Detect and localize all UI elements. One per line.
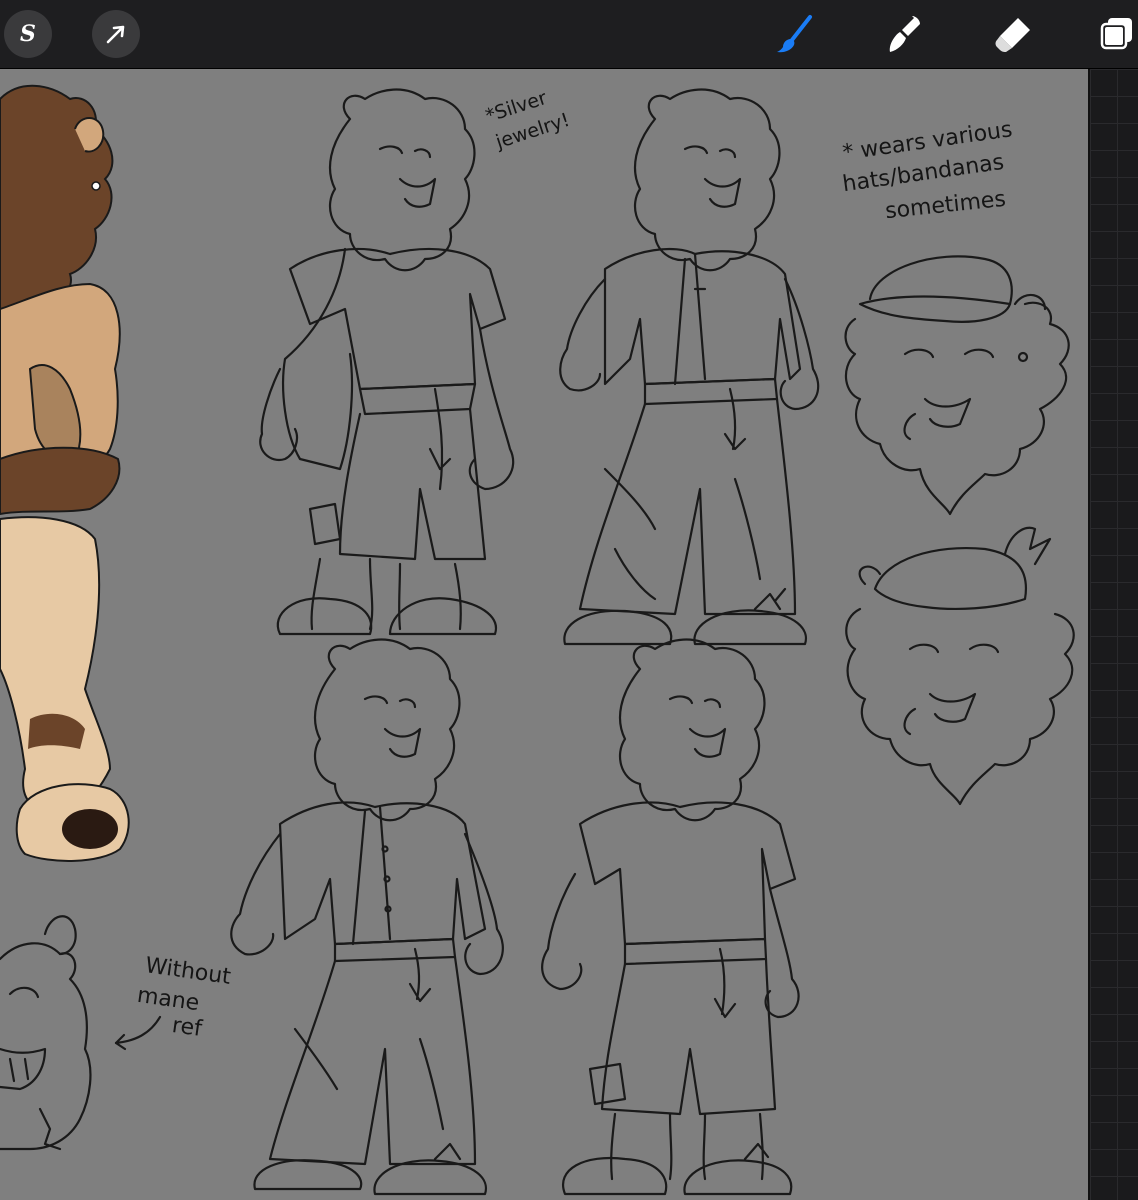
lion-sketch-jacket-jeans [559,88,820,646]
lion-head-bandana-sketch [845,526,1075,806]
top-toolbar: S [0,0,1138,69]
grid-side-rail [1088,69,1138,1200]
adjustments-s-icon: S [20,21,36,47]
selection-button[interactable] [92,10,140,58]
drawing-canvas[interactable]: Without mane ref *Silver jewelry! * wear… [0,69,1088,1200]
lion-sketch-open-shirt-jeans [230,638,504,1196]
brush-tool-button[interactable] [766,0,822,68]
selection-arrow-icon [106,25,125,44]
without-mane-face-sketch [0,915,92,1151]
lion-sketch-tshirt-shorts [259,88,515,636]
without-mane-note-line3: ref [170,1013,204,1042]
colored-lion-figure [0,84,130,862]
layers-button[interactable] [1094,0,1138,68]
smudge-tool-button[interactable] [876,0,932,68]
lion-sketch-longsleeve-shorts [541,638,800,1196]
curved-arrow-icon [114,1015,162,1051]
adjustments-button[interactable]: S [4,10,52,58]
hats-note-line3: sometimes [884,186,1008,225]
layers-icon [1100,18,1132,50]
smudge-icon [889,16,920,52]
eraser-icon [995,18,1030,52]
brush-icon [777,15,812,53]
eraser-tool-button[interactable] [986,0,1042,68]
lion-head-cap-sketch [844,255,1070,516]
